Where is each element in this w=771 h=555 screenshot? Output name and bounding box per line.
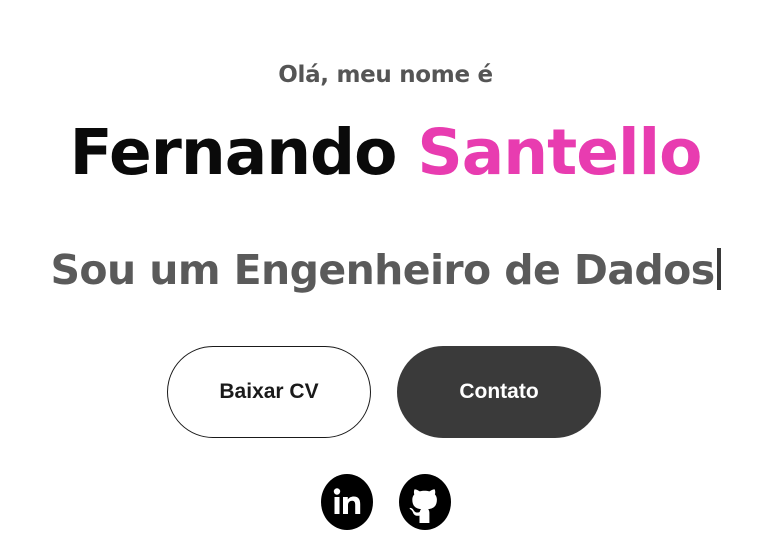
linkedin-link[interactable] <box>320 474 373 530</box>
linkedin-icon <box>320 474 373 530</box>
github-icon <box>398 474 451 530</box>
contact-button[interactable]: Contato <box>397 346 601 438</box>
role-text: Sou um Engenheiro de Dados <box>50 246 715 294</box>
role-typewriter: Sou um Engenheiro de Dados <box>0 246 771 294</box>
last-name: Santello <box>417 116 702 189</box>
github-link[interactable] <box>398 474 451 530</box>
greeting-text: Olá, meu nome é <box>278 62 493 88</box>
first-name: Fernando <box>69 116 398 189</box>
hero-name: Fernando Santello <box>0 118 771 187</box>
download-cv-button[interactable]: Baixar CV <box>167 346 371 438</box>
typing-cursor <box>716 248 721 290</box>
hero-section: Olá, meu nome é Fernando Santello Sou um… <box>0 0 771 555</box>
social-links <box>0 474 771 530</box>
